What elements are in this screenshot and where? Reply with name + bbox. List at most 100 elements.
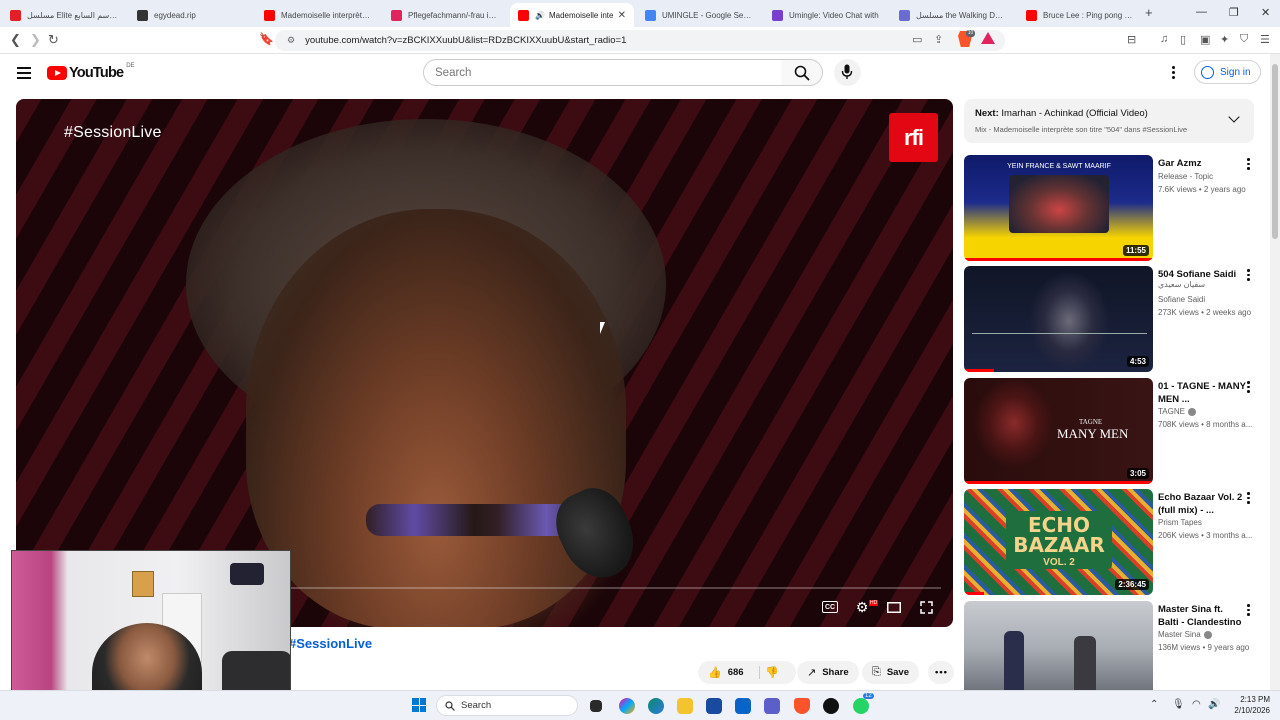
recommended-title[interactable]: 01 - TAGNE - MANY MEN ... [1158, 380, 1246, 406]
address-bar[interactable]: ⚙ youtube.com/watch?v=zBCKIXXuubU&list=R… [275, 30, 1005, 51]
microphone-tray-icon[interactable]: 🎙 [1172, 699, 1185, 710]
channel-name[interactable]: Master Sina [1158, 630, 1258, 639]
browser-tab[interactable]: Pflegefachmann/-frau in 3 [383, 3, 507, 27]
channel-name[interactable]: TAGNE [1158, 407, 1258, 416]
search-button[interactable] [781, 59, 823, 86]
voice-search-button[interactable] [834, 59, 861, 86]
site-favicon-icon [137, 9, 148, 21]
duration-badge: 4:53 [1126, 356, 1149, 367]
more-actions-button[interactable]: ••• [928, 661, 954, 684]
forward-icon[interactable]: ❯ [30, 32, 41, 48]
browser-tab[interactable]: Umingle: Video Chat with [764, 3, 888, 27]
microsoft-store-icon[interactable] [706, 698, 722, 714]
channel-name[interactable]: Release - Topic [1158, 172, 1258, 181]
file-explorer-icon[interactable] [677, 698, 693, 714]
like-count[interactable]: 686 [728, 667, 744, 678]
volume-icon[interactable]: 🔊 [1208, 699, 1220, 710]
next-up-panel[interactable]: Next: Imarhan - Achinkad (Official Video… [964, 99, 1254, 143]
reload-icon[interactable]: ↻ [48, 32, 59, 48]
search-input[interactable]: Search [423, 59, 782, 86]
save-button[interactable]: ⎘ Save [862, 661, 919, 684]
video-thumbnail[interactable] [964, 601, 1153, 690]
recommended-video[interactable]: YEIN FRANCE & SAWT MAARIF 11:55 Gar Azmz… [964, 155, 1264, 261]
browser-tab[interactable]: UMINGLE - Google Search [637, 3, 761, 27]
video-thumbnail[interactable]: YEIN FRANCE & SAWT MAARIF 11:55 [964, 155, 1153, 261]
system-clock[interactable]: 2:13 PM 2/10/2026 [1226, 694, 1270, 716]
new-tab-button[interactable]: + [1145, 5, 1153, 20]
page-scrollbar[interactable] [1270, 54, 1280, 690]
scrollbar-thumb[interactable] [1272, 64, 1278, 239]
taskbar-search[interactable]: Search [436, 695, 578, 716]
site-info-icon[interactable]: ⚙ [287, 35, 295, 46]
fullscreen-icon[interactable] [917, 599, 935, 615]
channel-name[interactable]: Sofiane Saidi [1158, 295, 1258, 304]
browser-tab[interactable]: Bruce Lee : Ping pong wit [1018, 3, 1142, 27]
video-thumbnail[interactable]: TAGNE MANY MEN 3:05 [964, 378, 1153, 484]
recommended-video[interactable]: ECHO BAZAAR VOL. 2 2:36:45 Echo Bazaar Vo… [964, 489, 1264, 595]
wallet-icon[interactable]: ▣ [1200, 33, 1210, 46]
teams-icon[interactable] [764, 698, 780, 714]
chevron-down-icon[interactable] [1228, 111, 1240, 123]
maximize-window-icon[interactable]: ❐ [1229, 6, 1239, 19]
whatsapp-icon[interactable] [853, 698, 869, 714]
like-dislike-group: 👍 686 👎 [698, 661, 796, 684]
video-thumbnail[interactable]: ECHO BAZAAR VOL. 2 2:36:45 [964, 489, 1153, 595]
leo-ai-icon[interactable]: ✦ [1220, 33, 1229, 46]
menu-icon[interactable]: ☰ [1260, 33, 1270, 46]
recommended-video[interactable]: 4:53 504 Sofiane Saidi سفيان سعيدي Sofia… [964, 266, 1264, 372]
edge-icon[interactable] [648, 698, 664, 714]
sign-in-button[interactable]: Sign in [1194, 60, 1261, 84]
hamburger-menu-icon[interactable] [17, 67, 31, 82]
copilot-icon[interactable] [619, 698, 635, 714]
task-view-icon[interactable] [590, 700, 602, 712]
microphone-icon [841, 64, 853, 79]
browser-tab[interactable]: مسلسل the Walking Dead [891, 3, 1015, 27]
like-icon[interactable]: 👍 [708, 666, 722, 679]
share-page-icon[interactable]: ⇪ [934, 33, 943, 46]
more-options-icon[interactable] [1247, 492, 1250, 506]
channel-name[interactable]: Prism Tapes [1158, 518, 1258, 527]
youtube-logo[interactable]: YouTube DE [47, 63, 135, 81]
recommended-title[interactable]: Echo Bazaar Vol. 2 (full mix) - ... [1158, 491, 1246, 517]
share-button[interactable]: ↗ Share [797, 661, 859, 684]
tab-search-icon[interactable]: ⊟ [1127, 33, 1136, 46]
close-tab-icon[interactable]: ✕ [614, 10, 626, 21]
more-options-icon[interactable] [1247, 604, 1250, 618]
browser-tab-active[interactable]: 🔊 Mademoiselle inte ✕ [510, 3, 634, 27]
app-icon[interactable] [823, 698, 839, 714]
brave-rewards-icon[interactable] [981, 32, 995, 44]
cast-icon[interactable]: ▭ [912, 33, 922, 46]
dislike-icon[interactable]: 👎 [765, 666, 779, 679]
bookmark-icon[interactable]: 🔖 [259, 32, 274, 46]
subtitles-button[interactable]: CC [822, 601, 838, 613]
media-control-icon[interactable]: ♫ [1160, 33, 1168, 45]
thumbnail-art: ECHO BAZAAR [1013, 513, 1105, 557]
speaker-icon[interactable]: 🔊 [535, 11, 545, 20]
windows-start-icon[interactable] [412, 698, 426, 712]
brave-browser-icon[interactable] [794, 698, 810, 714]
minimize-window-icon[interactable]: — [1196, 6, 1207, 18]
recommended-title[interactable]: Master Sina ft. Balti - Clandestino [1158, 603, 1246, 629]
browser-tab[interactable]: Mademoiselle interprète s [256, 3, 380, 27]
browser-tab[interactable]: egydead.rip [129, 3, 253, 27]
recommended-video[interactable]: TAGNE MANY MEN 3:05 01 - TAGNE - MANY ME… [964, 378, 1264, 484]
browser-tab[interactable]: مسلسل Elite الموسم السابع [2, 3, 126, 27]
more-options-icon[interactable] [1247, 269, 1250, 283]
video-thumbnail[interactable]: 4:53 [964, 266, 1153, 372]
theater-mode-icon[interactable] [885, 599, 903, 615]
settings-more-icon[interactable] [1172, 66, 1176, 81]
more-options-icon[interactable] [1247, 381, 1250, 395]
video-player[interactable]: #SessionLive rfi CC ⚙ HD [16, 99, 953, 627]
outlook-icon[interactable] [735, 698, 751, 714]
vpn-icon[interactable]: ⛉ [1240, 33, 1248, 46]
account-icon [1201, 65, 1214, 79]
tray-overflow-icon[interactable]: ⌃ [1150, 699, 1158, 710]
recommended-title[interactable]: Gar Azmz [1158, 157, 1246, 170]
back-icon[interactable]: ❮ [10, 32, 21, 48]
recommended-video[interactable]: Master Sina ft. Balti - Clandestino Mast… [964, 601, 1264, 690]
sidebar-icon[interactable]: ▯ [1180, 33, 1186, 46]
wifi-icon[interactable]: ◠ [1192, 699, 1201, 710]
tab-label: مسلسل the Walking Dead [916, 10, 1007, 20]
close-window-icon[interactable]: ✕ [1261, 6, 1270, 19]
more-options-icon[interactable] [1247, 158, 1250, 172]
